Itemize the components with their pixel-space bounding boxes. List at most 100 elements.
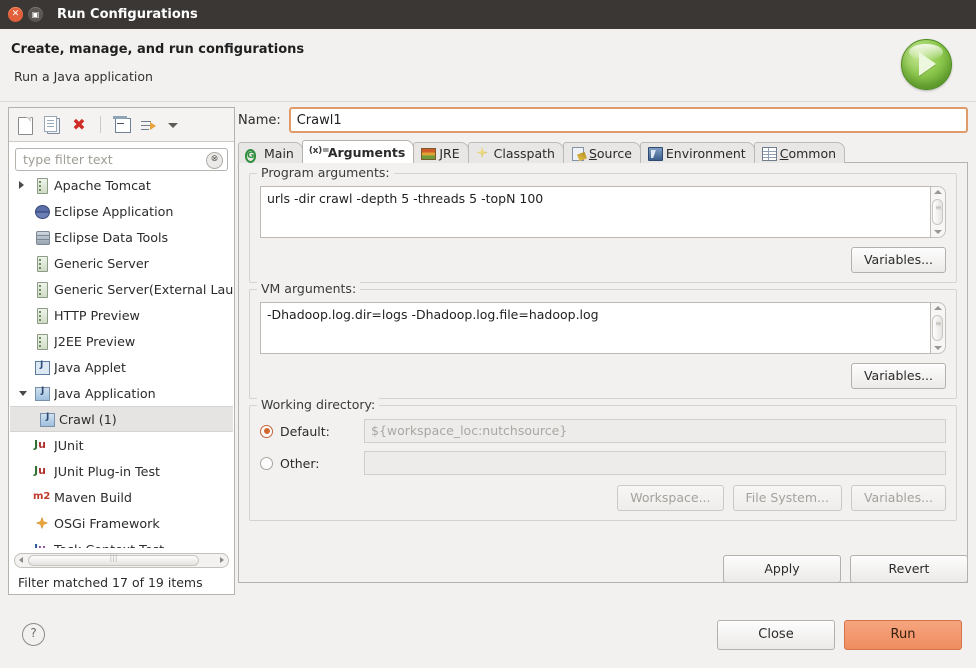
tab-label: JRE xyxy=(439,145,460,161)
tree-item-label: Generic Server xyxy=(54,255,149,271)
tree-item-label: Eclipse Application xyxy=(54,203,174,219)
tree-item-label: Maven Build xyxy=(54,489,132,505)
tab-jre[interactable]: JRE xyxy=(413,142,469,163)
duplicate-configuration-icon[interactable] xyxy=(43,116,61,134)
tree-item-http-preview[interactable]: HTTP Preview xyxy=(10,302,233,328)
run-button[interactable]: Run xyxy=(844,620,962,650)
tree-item-eclipse-data-tools[interactable]: Eclipse Data Tools xyxy=(10,224,233,250)
tree-item-junit-plugin-test[interactable]: Ju JUnit Plug-in Test xyxy=(10,458,233,484)
vm-variables-button[interactable]: Variables... xyxy=(850,363,946,389)
program-arguments-group: Program arguments: Variables... xyxy=(249,165,957,283)
configurations-toolbar: ✖ xyxy=(9,108,234,142)
scroll-down-arrow-icon[interactable] xyxy=(934,346,942,350)
configurations-panel: ✖ ⊗ Apache Tomcat Eclipse Application xyxy=(8,107,235,595)
view-menu-chevron-icon[interactable] xyxy=(165,116,183,134)
other-directory-input[interactable] xyxy=(364,451,946,475)
tab-label: Main xyxy=(264,145,294,161)
apply-button[interactable]: Apply xyxy=(723,555,841,583)
maven-icon: m2 xyxy=(33,491,51,502)
other-radio[interactable] xyxy=(260,456,273,470)
common-tab-icon xyxy=(761,146,777,161)
tab-label: Environment xyxy=(665,145,746,161)
classpath-tab-icon xyxy=(475,146,490,160)
tree-horizontal-scrollbar[interactable] xyxy=(14,553,229,568)
tab-main[interactable]: G Main xyxy=(238,142,303,163)
tree-item-label: JUnit Plug-in Test xyxy=(54,463,161,479)
close-button[interactable]: Close xyxy=(717,620,835,650)
tab-environment[interactable]: Environment xyxy=(639,142,755,163)
scrollbar-thumb[interactable] xyxy=(932,199,943,225)
osgi-icon xyxy=(33,515,50,531)
vm-arguments-input[interactable] xyxy=(260,302,931,354)
collapse-all-icon[interactable] xyxy=(113,116,131,134)
tree-item-generic-server-external[interactable]: Generic Server(External Lau xyxy=(10,276,233,302)
new-configuration-icon[interactable] xyxy=(16,116,34,135)
filter-status: Filter matched 17 of 19 items xyxy=(18,575,203,590)
environment-tab-icon xyxy=(647,146,663,161)
main-tab-icon: G xyxy=(245,149,257,163)
tree-item-label: HTTP Preview xyxy=(54,307,140,323)
junit-plugin-icon: Ju xyxy=(34,464,46,477)
tree-item-j2ee-preview[interactable]: J2EE Preview xyxy=(10,328,233,354)
scrollbar-thumb[interactable] xyxy=(932,315,943,341)
revert-button[interactable]: Revert xyxy=(850,555,968,583)
tree-item-apache-tomcat[interactable]: Apache Tomcat xyxy=(10,172,233,198)
search-input[interactable] xyxy=(15,148,228,171)
scroll-down-arrow-icon[interactable] xyxy=(934,230,942,234)
other-label: Other: xyxy=(280,455,320,471)
scroll-left-arrow-icon[interactable] xyxy=(19,557,23,563)
server-icon xyxy=(33,307,50,324)
apply-revert-row: Apply Revert xyxy=(723,555,968,583)
filter-icon[interactable] xyxy=(141,119,156,133)
scroll-up-arrow-icon[interactable] xyxy=(934,190,942,194)
tree-item-junit[interactable]: Ju JUnit xyxy=(10,432,233,458)
tab-source[interactable]: Source xyxy=(562,142,641,163)
configuration-editor: Name: G Main (x)= Arguments JRE Classpat… xyxy=(238,107,968,595)
maximize-icon[interactable]: ▣ xyxy=(28,7,43,22)
scroll-up-arrow-icon[interactable] xyxy=(934,306,942,310)
junit-icon: Ju xyxy=(34,438,46,451)
tree-item-osgi-framework[interactable]: OSGi Framework xyxy=(10,510,233,536)
program-arguments-input[interactable] xyxy=(260,186,931,238)
tab-common[interactable]: Common xyxy=(753,142,846,163)
configurations-tree[interactable]: Apache Tomcat Eclipse Application Eclips… xyxy=(10,172,233,548)
tree-item-generic-server[interactable]: Generic Server xyxy=(10,250,233,276)
help-icon[interactable]: ? xyxy=(22,623,45,646)
page-title: Create, manage, and run configurations xyxy=(11,42,305,57)
tree-item-label: OSGi Framework xyxy=(54,515,160,531)
dialog-header: Create, manage, and run configurations R… xyxy=(0,29,976,102)
tree-item-maven-build[interactable]: m2 Maven Build xyxy=(10,484,233,510)
tab-label: Source xyxy=(588,145,632,161)
toolbar-separator xyxy=(100,116,101,133)
program-variables-button[interactable]: Variables... xyxy=(850,247,946,273)
delete-configuration-icon[interactable]: ✖ xyxy=(70,116,88,134)
tree-item-label: Task Context Test xyxy=(54,542,164,549)
working-directory-default-row: Default: ${workspace_loc:nutchsource} xyxy=(260,418,946,444)
source-tab-icon xyxy=(570,146,585,161)
tree-item-crawl-1[interactable]: Crawl (1) xyxy=(10,406,233,432)
default-label: Default: xyxy=(280,423,330,439)
tree-item-eclipse-application[interactable]: Eclipse Application xyxy=(10,198,233,224)
tab-label: Common xyxy=(779,145,837,161)
tree-item-label: Java Application xyxy=(54,385,156,401)
name-label: Name: xyxy=(238,112,281,128)
tree-item-label: Generic Server(External Lau xyxy=(54,281,233,297)
default-radio[interactable] xyxy=(260,424,273,438)
tree-item-java-applet[interactable]: Java Applet xyxy=(10,354,233,380)
clear-icon[interactable]: ⊗ xyxy=(206,152,223,169)
name-input[interactable] xyxy=(288,107,968,133)
vm-arguments-scrollbar[interactable] xyxy=(931,302,946,354)
program-arguments-label: Program arguments: xyxy=(257,165,394,180)
tab-arguments[interactable]: (x)= Arguments xyxy=(301,140,415,163)
program-arguments-scrollbar[interactable] xyxy=(931,186,946,238)
scroll-right-arrow-icon[interactable] xyxy=(220,557,224,563)
scrollbar-thumb[interactable] xyxy=(28,555,199,566)
run-play-icon xyxy=(901,39,954,92)
close-icon[interactable]: ✕ xyxy=(8,7,23,22)
tree-item-java-application[interactable]: Java Application xyxy=(10,380,233,406)
java-application-icon xyxy=(33,385,50,401)
tab-classpath[interactable]: Classpath xyxy=(467,142,564,163)
tree-item-label: JUnit xyxy=(54,437,84,453)
arguments-tab-icon: (x)= xyxy=(308,146,330,156)
tree-item-task-context-test[interactable]: Ju Task Context Test xyxy=(10,536,233,549)
